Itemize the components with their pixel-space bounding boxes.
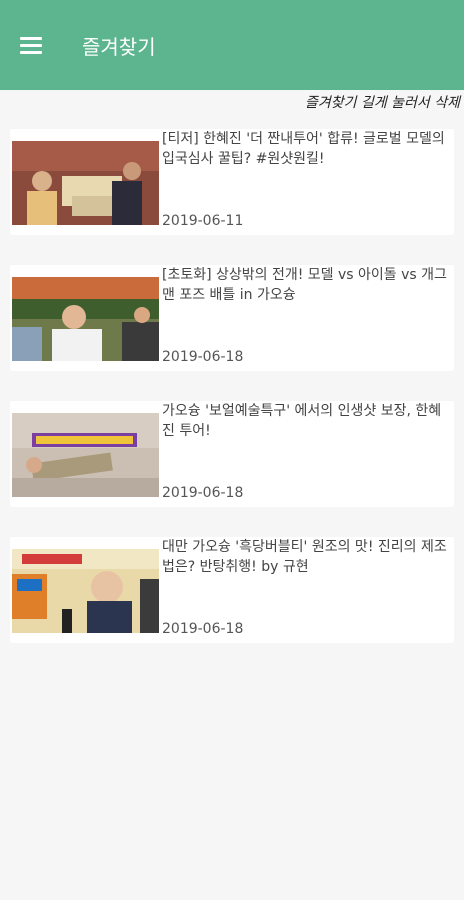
video-thumbnail[interactable]	[12, 141, 159, 225]
video-title: 가오슝 '보얼예술특구' 에서의 인생샷 보장, 한혜진 투어!	[162, 403, 442, 439]
video-card[interactable]: [초토화] 상상밖의 전개! 모델 vs 아이돌 vs 개그맨 포즈 배틀 in…	[10, 265, 454, 371]
video-date: 2019-06-18	[162, 621, 244, 637]
app-bar: 즐겨찾기	[0, 0, 464, 90]
video-date: 2019-06-18	[162, 485, 244, 501]
delete-hint-text: 즐겨찾기 길게 눌러서 삭제	[304, 95, 460, 111]
video-title: [초토화] 상상밖의 전개! 모델 vs 아이돌 vs 개그맨 포즈 배틀 in…	[162, 267, 447, 303]
video-title: 대만 가오슝 '흑당버블티' 원조의 맛! 진리의 제조법은? 반탕취행! by…	[162, 539, 447, 575]
video-card[interactable]: 대만 가오슝 '흑당버블티' 원조의 맛! 진리의 제조법은? 반탕취행! by…	[10, 537, 454, 643]
favorites-list: [티저] 한혜진 '더 짠내투어' 합류! 글로벌 모델의 입국심사 꿀팁? #…	[0, 129, 464, 643]
video-title: [티저] 한혜진 '더 짠내투어' 합류! 글로벌 모델의 입국심사 꿀팁? #…	[162, 131, 445, 167]
video-card[interactable]: [티저] 한혜진 '더 짠내투어' 합류! 글로벌 모델의 입국심사 꿀팁? #…	[10, 129, 454, 235]
video-date: 2019-06-11	[162, 213, 244, 229]
video-thumbnail[interactable]	[12, 549, 159, 633]
page-title: 즐겨찾기	[82, 34, 156, 59]
video-thumbnail[interactable]	[12, 413, 159, 497]
video-date: 2019-06-18	[162, 349, 244, 365]
video-thumbnail[interactable]	[12, 277, 159, 361]
video-card[interactable]: 가오슝 '보얼예술특구' 에서의 인생샷 보장, 한혜진 투어! 2019-06…	[10, 401, 454, 507]
hamburger-menu-icon[interactable]	[20, 33, 44, 57]
